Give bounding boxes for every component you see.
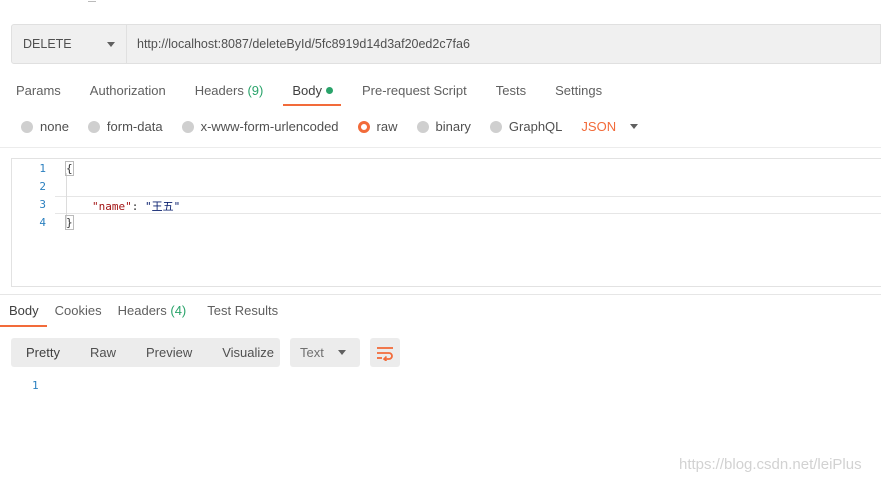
tab-test-results[interactable]: Test Results	[207, 302, 278, 327]
tab-response-headers-label: Headers	[117, 303, 167, 318]
tab-headers[interactable]: Headers (9)	[195, 82, 264, 106]
request-bar: DELETE http://localhost:8087/deleteById/…	[11, 24, 881, 64]
radio-form-data-label: form-data	[106, 119, 163, 134]
radio-raw[interactable]: raw	[357, 119, 398, 134]
radio-form-data[interactable]: form-data	[87, 119, 163, 134]
divider	[0, 294, 881, 295]
tab-settings-label: Settings	[555, 83, 603, 98]
tab-tests-label: Tests	[495, 83, 527, 98]
line-number: 1	[39, 162, 46, 175]
radio-binary-label: binary	[435, 119, 471, 134]
tab-body-label: Body	[292, 83, 322, 98]
close-brace: }	[65, 215, 74, 230]
tab-authorization[interactable]: Authorization	[90, 82, 166, 106]
status-dot-icon	[325, 87, 333, 94]
response-view-group: Pretty Raw Preview Visualize	[11, 338, 280, 367]
json-value: "王五"	[145, 200, 181, 213]
response-line-number: 1	[32, 379, 39, 392]
radio-urlencoded-label: x-www-form-urlencoded	[200, 119, 339, 134]
radio-circle-icon	[416, 120, 429, 133]
request-tabs: Params Authorization Headers (9) Body Pr…	[16, 82, 631, 106]
radio-urlencoded[interactable]: x-www-form-urlencoded	[181, 119, 339, 134]
tab-cookies-label: Cookies	[54, 303, 102, 318]
line-number: 4	[39, 216, 46, 229]
radio-none[interactable]: none	[21, 119, 69, 134]
chevron-down-icon	[337, 350, 346, 355]
watermark: https://blog.csdn.net/leiPlus	[679, 456, 862, 473]
request-body-editor[interactable]: 1 2 3 4 { "name": "王五" }	[11, 158, 881, 287]
radio-circle-icon	[87, 120, 100, 133]
response-format-label: Text	[300, 345, 324, 360]
method-select[interactable]: DELETE	[12, 25, 127, 63]
code-line: }	[65, 215, 74, 230]
tab-prerequest-script[interactable]: Pre-request Script	[362, 82, 467, 106]
tab-response-body-label: Body	[9, 303, 39, 318]
chevron-down-icon	[107, 41, 115, 47]
tab-settings[interactable]: Settings	[555, 82, 602, 106]
response-headers-count-badge: (4)	[170, 303, 187, 318]
tab-cookies[interactable]: Cookies	[55, 302, 102, 327]
radio-none-label: none	[40, 119, 69, 134]
tab-response-headers[interactable]: Headers (4)	[118, 302, 187, 327]
line-number: 2	[39, 180, 46, 193]
view-pretty-button[interactable]: Pretty	[11, 345, 75, 360]
response-format-select[interactable]: Text	[290, 338, 360, 367]
method-label: DELETE	[23, 37, 72, 51]
url-input[interactable]: http://localhost:8087/deleteById/5fc8919…	[127, 25, 880, 63]
headers-count-badge: (9)	[247, 83, 264, 98]
line-number: 3	[39, 198, 46, 211]
url-text: http://localhost:8087/deleteById/5fc8919…	[137, 37, 470, 51]
view-preview-button[interactable]: Preview	[131, 345, 207, 360]
tab-test-results-label: Test Results	[207, 303, 279, 318]
code-line: "name": "王五"	[92, 198, 180, 214]
chevron-down-icon	[630, 124, 639, 129]
radio-selected-icon	[357, 120, 370, 133]
radio-graphql-label: GraphQL	[508, 119, 563, 134]
view-raw-button[interactable]: Raw	[75, 345, 131, 360]
tab-headers-label: Headers	[194, 83, 244, 98]
radio-raw-label: raw	[376, 119, 398, 134]
json-key: "name"	[92, 200, 132, 213]
radio-graphql[interactable]: GraphQL	[489, 119, 563, 134]
response-tabs: Body Cookies Headers (4) Test Results	[0, 302, 294, 327]
tab-params-label: Params	[16, 83, 61, 98]
tab-response-body[interactable]: Body	[0, 302, 47, 327]
tab-prerequest-label: Pre-request Script	[361, 83, 467, 98]
view-visualize-button[interactable]: Visualize	[207, 345, 289, 360]
top-edge-fragment	[88, 0, 96, 2]
open-brace: {	[65, 161, 74, 176]
text-wrap-icon	[377, 346, 393, 361]
json-colon: :	[131, 200, 145, 213]
tab-authorization-label: Authorization	[89, 83, 166, 98]
tab-params[interactable]: Params	[16, 82, 61, 106]
radio-circle-icon	[489, 120, 502, 133]
tab-tests[interactable]: Tests	[496, 82, 526, 106]
text-wrap-button[interactable]	[370, 338, 400, 367]
divider	[0, 147, 881, 148]
language-label: JSON	[581, 119, 617, 134]
body-type-options: none form-data x-www-form-urlencoded raw…	[21, 119, 639, 134]
code-line: {	[65, 161, 74, 176]
tab-body[interactable]: Body	[283, 82, 341, 106]
radio-circle-icon	[181, 120, 194, 133]
radio-circle-icon	[21, 120, 33, 133]
language-select[interactable]: JSON	[581, 119, 639, 134]
radio-binary[interactable]: binary	[416, 119, 471, 134]
